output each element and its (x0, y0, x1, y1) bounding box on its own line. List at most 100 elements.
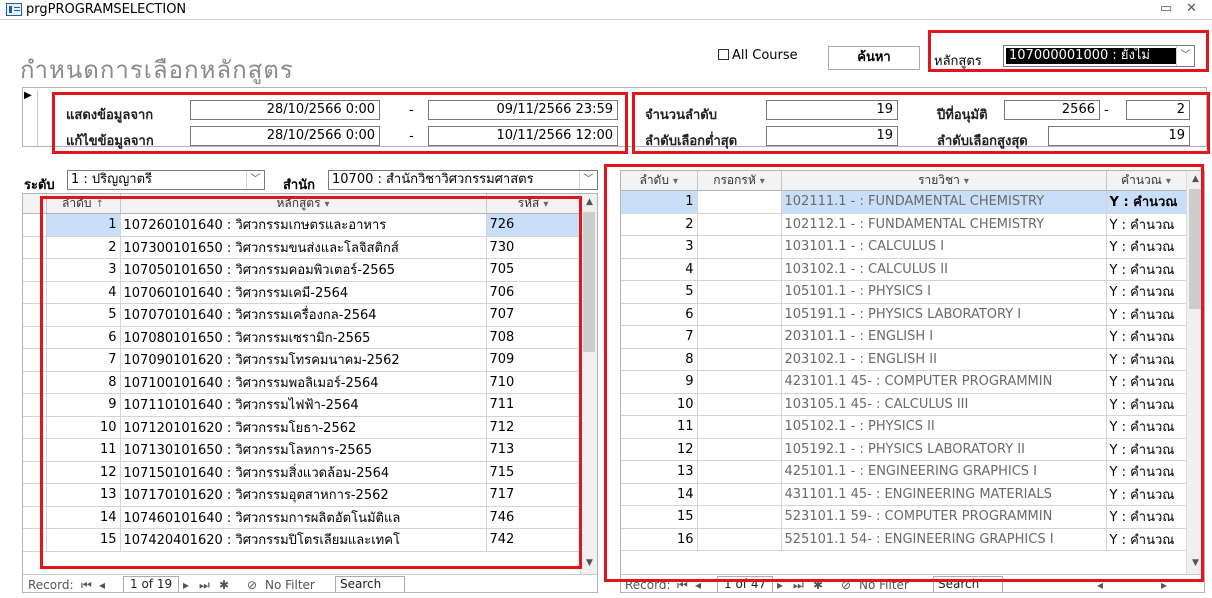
code-entry-cell[interactable] (697, 393, 782, 416)
row-selector[interactable] (23, 528, 47, 552)
table-row[interactable]: 11 107130101650 : วิศวกรรมโลหการ-2565 713 (23, 438, 581, 462)
table-row[interactable]: 2 102112.1 - : FUNDAMENTAL CHEMISTRY Y : ค… (621, 213, 1187, 236)
show-to-field[interactable]: 09/11/2566 23:59 (428, 100, 618, 120)
course-cell[interactable]: 107110101640 : วิศวกรรมไฟฟ้า-2564 (120, 393, 487, 417)
code-entry-cell[interactable] (697, 528, 782, 551)
calc-cell[interactable]: Y : คำนวณ (1106, 393, 1187, 416)
order-cell[interactable]: 11 (621, 415, 698, 439)
course-cell[interactable]: 107100101640 : วิศวกรรมพอลิเมอร์-2564 (120, 371, 487, 394)
row-selector[interactable] (23, 281, 47, 304)
row-selector[interactable] (23, 393, 47, 417)
order-cell[interactable]: 3 (621, 235, 698, 259)
subject-cell[interactable]: 102111.1 - : FUNDAMENTAL CHEMISTRY (781, 190, 1107, 214)
code-cell[interactable]: 713 (486, 438, 581, 462)
table-row[interactable]: 14 107460101640 : วิศวกรรมการผลิตอัตโนมัต… (23, 506, 581, 529)
course-cell[interactable]: 107080101650 : วิศวกรรมเซรามิก-2565 (120, 326, 487, 349)
office-select[interactable]: 10700 : สำนักวิชาวิศวกรรมศาสตร ﹀ (328, 170, 598, 190)
scroll-up-icon[interactable]: ▲ (1187, 172, 1204, 187)
subject-cell[interactable]: 105191.1 - : PHYSICS LABORATORY I (781, 303, 1107, 326)
course-cell[interactable]: 107260101640 : วิศวกรรมเกษตรและอาหาร (120, 213, 487, 237)
table-row[interactable]: 7 203101.1 - : ENGLISH IY : คำนวณ (621, 325, 1187, 349)
row-selector[interactable] (23, 213, 47, 237)
table-row[interactable]: 9 107110101640 : วิศวกรรมไฟฟ้า-2564 711 (23, 393, 581, 417)
subject-cell[interactable]: 103102.1 - : CALCULUS II (781, 258, 1107, 281)
level-select[interactable]: 1 : ปริญญาตรี ﹀ (67, 170, 265, 190)
chevron-down-icon[interactable]: ﹀ (579, 171, 597, 189)
table-row[interactable]: 3 103101.1 - : CALCULUS IY : คำนวณ (621, 235, 1187, 259)
close-icon[interactable]: ✕ (1186, 1, 1197, 16)
table-row[interactable]: 9 423101.1 45- : COMPUTER PROGRAMMIN Y : ค… (621, 370, 1187, 394)
row-selector[interactable] (23, 326, 47, 349)
chevron-down-icon[interactable]: ﹀ (1176, 46, 1194, 66)
course-cell[interactable]: 107300101650 : วิศวกรรมขนส่งและโลจิสติกส… (120, 236, 487, 259)
subject-cell[interactable]: 423101.1 45- : COMPUTER PROGRAMMIN (781, 370, 1107, 394)
table-row[interactable]: 8 203102.1 - : ENGLISH II Y : คำนวณ (621, 348, 1187, 371)
code-cell[interactable]: 717 (486, 483, 581, 507)
vertical-scrollbar[interactable]: ▲ ▼ (1186, 171, 1203, 574)
calc-cell[interactable]: Y : คำนวณ (1106, 258, 1187, 281)
subject-cell[interactable]: 203102.1 - : ENGLISH II (781, 348, 1107, 371)
order-cell[interactable]: 16 (621, 528, 698, 551)
table-row[interactable]: 2 107300101650 : วิศวกรรมขนส่งและโลจิสติก… (23, 236, 581, 259)
row-selector[interactable] (23, 348, 47, 372)
row-selector[interactable] (23, 258, 47, 282)
code-entry-cell[interactable] (697, 483, 782, 506)
prev-record-icon[interactable]: ◂ (99, 578, 105, 592)
table-row[interactable]: 4 103102.1 - : CALCULUS II Y : คำนวณ (621, 258, 1187, 281)
calc-cell[interactable]: Y : คำนวณ (1106, 483, 1187, 506)
subject-cell[interactable]: 425101.1 - : ENGINEERING GRAPHICS I (781, 460, 1107, 484)
table-row[interactable]: 12 105192.1 - : PHYSICS LABORATORY II Y : … (621, 438, 1187, 461)
code-cell[interactable]: 707 (486, 303, 581, 327)
show-from-field[interactable]: 28/10/2566 0:00 (190, 100, 380, 120)
calc-cell[interactable]: Y : คำนวณ (1106, 528, 1187, 551)
code-cell[interactable]: 709 (486, 348, 581, 372)
table-row[interactable]: 12 107150101640 : วิศวกรรมสิ่งแวดล้อม-256… (23, 461, 581, 484)
calc-cell[interactable]: Y : คำนวณ (1106, 190, 1187, 214)
code-entry-cell[interactable] (697, 235, 782, 259)
calc-cell[interactable]: Y : คำนวณ (1106, 505, 1187, 529)
calc-cell[interactable]: Y : คำนวณ (1106, 303, 1187, 326)
column-header-code[interactable]: รหัส ▾ (486, 194, 581, 214)
min-order-field[interactable]: 19 (766, 126, 898, 146)
first-record-icon[interactable]: ⏮ (81, 578, 92, 592)
table-row[interactable]: 5 105101.1 - : PHYSICS IY : คำนวณ (621, 280, 1187, 304)
order-cell[interactable]: 12 (621, 438, 698, 461)
calc-cell[interactable]: Y : คำนวณ (1106, 348, 1187, 371)
calc-cell[interactable]: Y : คำนวณ (1106, 213, 1187, 236)
scroll-left-icon[interactable]: ◂ (1097, 578, 1103, 592)
scrollbar-thumb[interactable] (1189, 189, 1201, 309)
order-cell[interactable]: 5 (621, 280, 698, 304)
table-row[interactable]: 3 107050101650 : วิศวกรรมคอมพิวเตอร์-2565… (23, 258, 581, 282)
column-header-calc[interactable]: คำนวณ ▾ (1106, 171, 1187, 191)
scroll-down-icon[interactable]: ▼ (581, 556, 597, 571)
new-record-icon[interactable]: ✱ (219, 578, 229, 592)
subject-cell[interactable]: 103105.1 45- : CALCULUS III (781, 393, 1107, 416)
last-record-icon[interactable]: ⏭ (199, 578, 210, 592)
subject-cell[interactable]: 523101.1 59- : COMPUTER PROGRAMMIN (781, 505, 1107, 529)
code-entry-cell[interactable] (697, 460, 782, 484)
code-cell[interactable]: 712 (486, 416, 581, 439)
table-row[interactable]: 10 107120101620 : วิศวกรรมโยธา-2562 712 (23, 416, 581, 439)
order-cell[interactable]: 1 (621, 190, 698, 214)
calc-cell[interactable]: Y : คำนวณ (1106, 235, 1187, 259)
all-course-checkbox[interactable]: All Course (718, 48, 798, 63)
table-row[interactable]: 6 107080101650 : วิศวกรรมเซรามิก-2565 708 (23, 326, 581, 349)
checkbox-box[interactable] (718, 49, 729, 60)
order-cell[interactable]: 10 (621, 393, 698, 416)
table-row[interactable]: 1 107260101640 : วิศวกรรมเกษตรและอาหาร 726 (23, 213, 581, 237)
record-selector[interactable]: ▶ (24, 90, 38, 146)
search-input[interactable]: Search (933, 576, 1003, 592)
table-row[interactable]: 5 107070101640 : วิศวกรรมเครื่องกล-2564 70… (23, 303, 581, 327)
current-record-field[interactable]: 1 of 47 (717, 576, 774, 592)
edit-to-field[interactable]: 10/11/2566 12:00 (428, 126, 618, 146)
max-order-field[interactable]: 19 (1048, 126, 1190, 146)
order-cell[interactable]: 1 (46, 213, 121, 237)
next-record-icon[interactable]: ▸ (777, 578, 783, 592)
row-selector[interactable] (23, 461, 47, 484)
order-cell[interactable]: 8 (621, 348, 698, 371)
code-entry-cell[interactable] (697, 258, 782, 281)
code-entry-cell[interactable] (697, 280, 782, 304)
column-header-order[interactable]: ลำดับ ↑ (46, 194, 121, 214)
next-record-icon[interactable]: ▸ (183, 578, 189, 592)
scrollbar-thumb[interactable] (583, 212, 595, 352)
